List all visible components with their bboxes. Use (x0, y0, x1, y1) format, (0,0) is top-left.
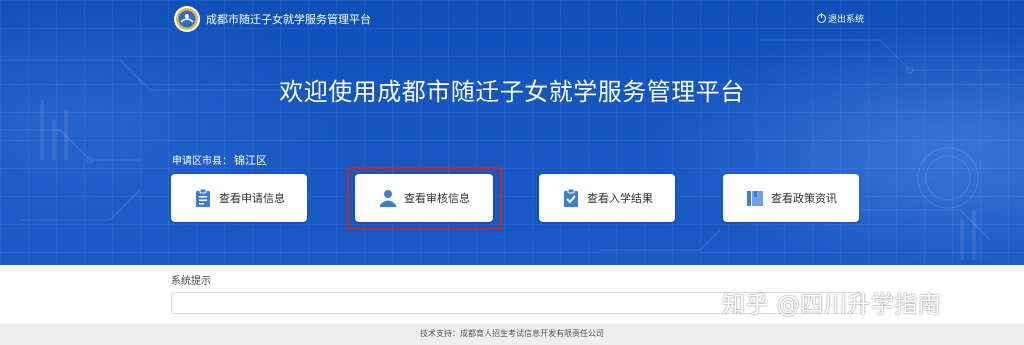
power-icon (817, 13, 826, 23)
book-icon (747, 191, 763, 206)
district-value: 锦江区 (234, 154, 267, 167)
platform-logo-icon (174, 6, 200, 32)
system-tips-label: 系统提示 (171, 276, 211, 287)
watermark-text: 知乎 @四川升学指南 (722, 292, 942, 318)
welcome-title: 欢迎使用成都市随迁子女就学服务管理平台 (279, 78, 745, 106)
clipboard-icon (196, 188, 210, 207)
checklist-icon (564, 188, 578, 207)
footer-support-text: 技术支持：成都育人招生考试信息开发有限责任公司 (420, 329, 604, 338)
view-review-button[interactable]: 查看审核信息 (355, 174, 493, 222)
view-policy-news-label: 查看政策资讯 (771, 192, 837, 205)
view-policy-news-button[interactable]: 查看政策资讯 (723, 174, 859, 222)
logout-link[interactable]: 退出系统 (817, 12, 864, 25)
view-application-label: 查看申请信息 (219, 192, 285, 205)
app-title: 成都市随迁子女就学服务管理平台 (206, 13, 371, 26)
district-label: 申请区市县： (172, 156, 232, 167)
view-enrollment-result-button[interactable]: 查看入学结果 (539, 174, 675, 222)
footer: 技术支持：成都育人招生考试信息开发有限责任公司 (0, 323, 1024, 345)
user-icon (380, 190, 396, 207)
circuit-decoration (0, 39, 1024, 260)
logout-label: 退出系统 (828, 15, 865, 25)
view-enrollment-result-label: 查看入学结果 (587, 192, 653, 205)
hero-banner: 成都市随迁子女就学服务管理平台 退出系统 欢迎使用成都市随迁子女就学服务管理平台… (0, 0, 1024, 265)
district-info: 申请区市县： 锦江区 (172, 152, 267, 168)
view-application-button[interactable]: 查看申请信息 (171, 174, 307, 222)
view-review-label: 查看审核信息 (404, 192, 470, 205)
